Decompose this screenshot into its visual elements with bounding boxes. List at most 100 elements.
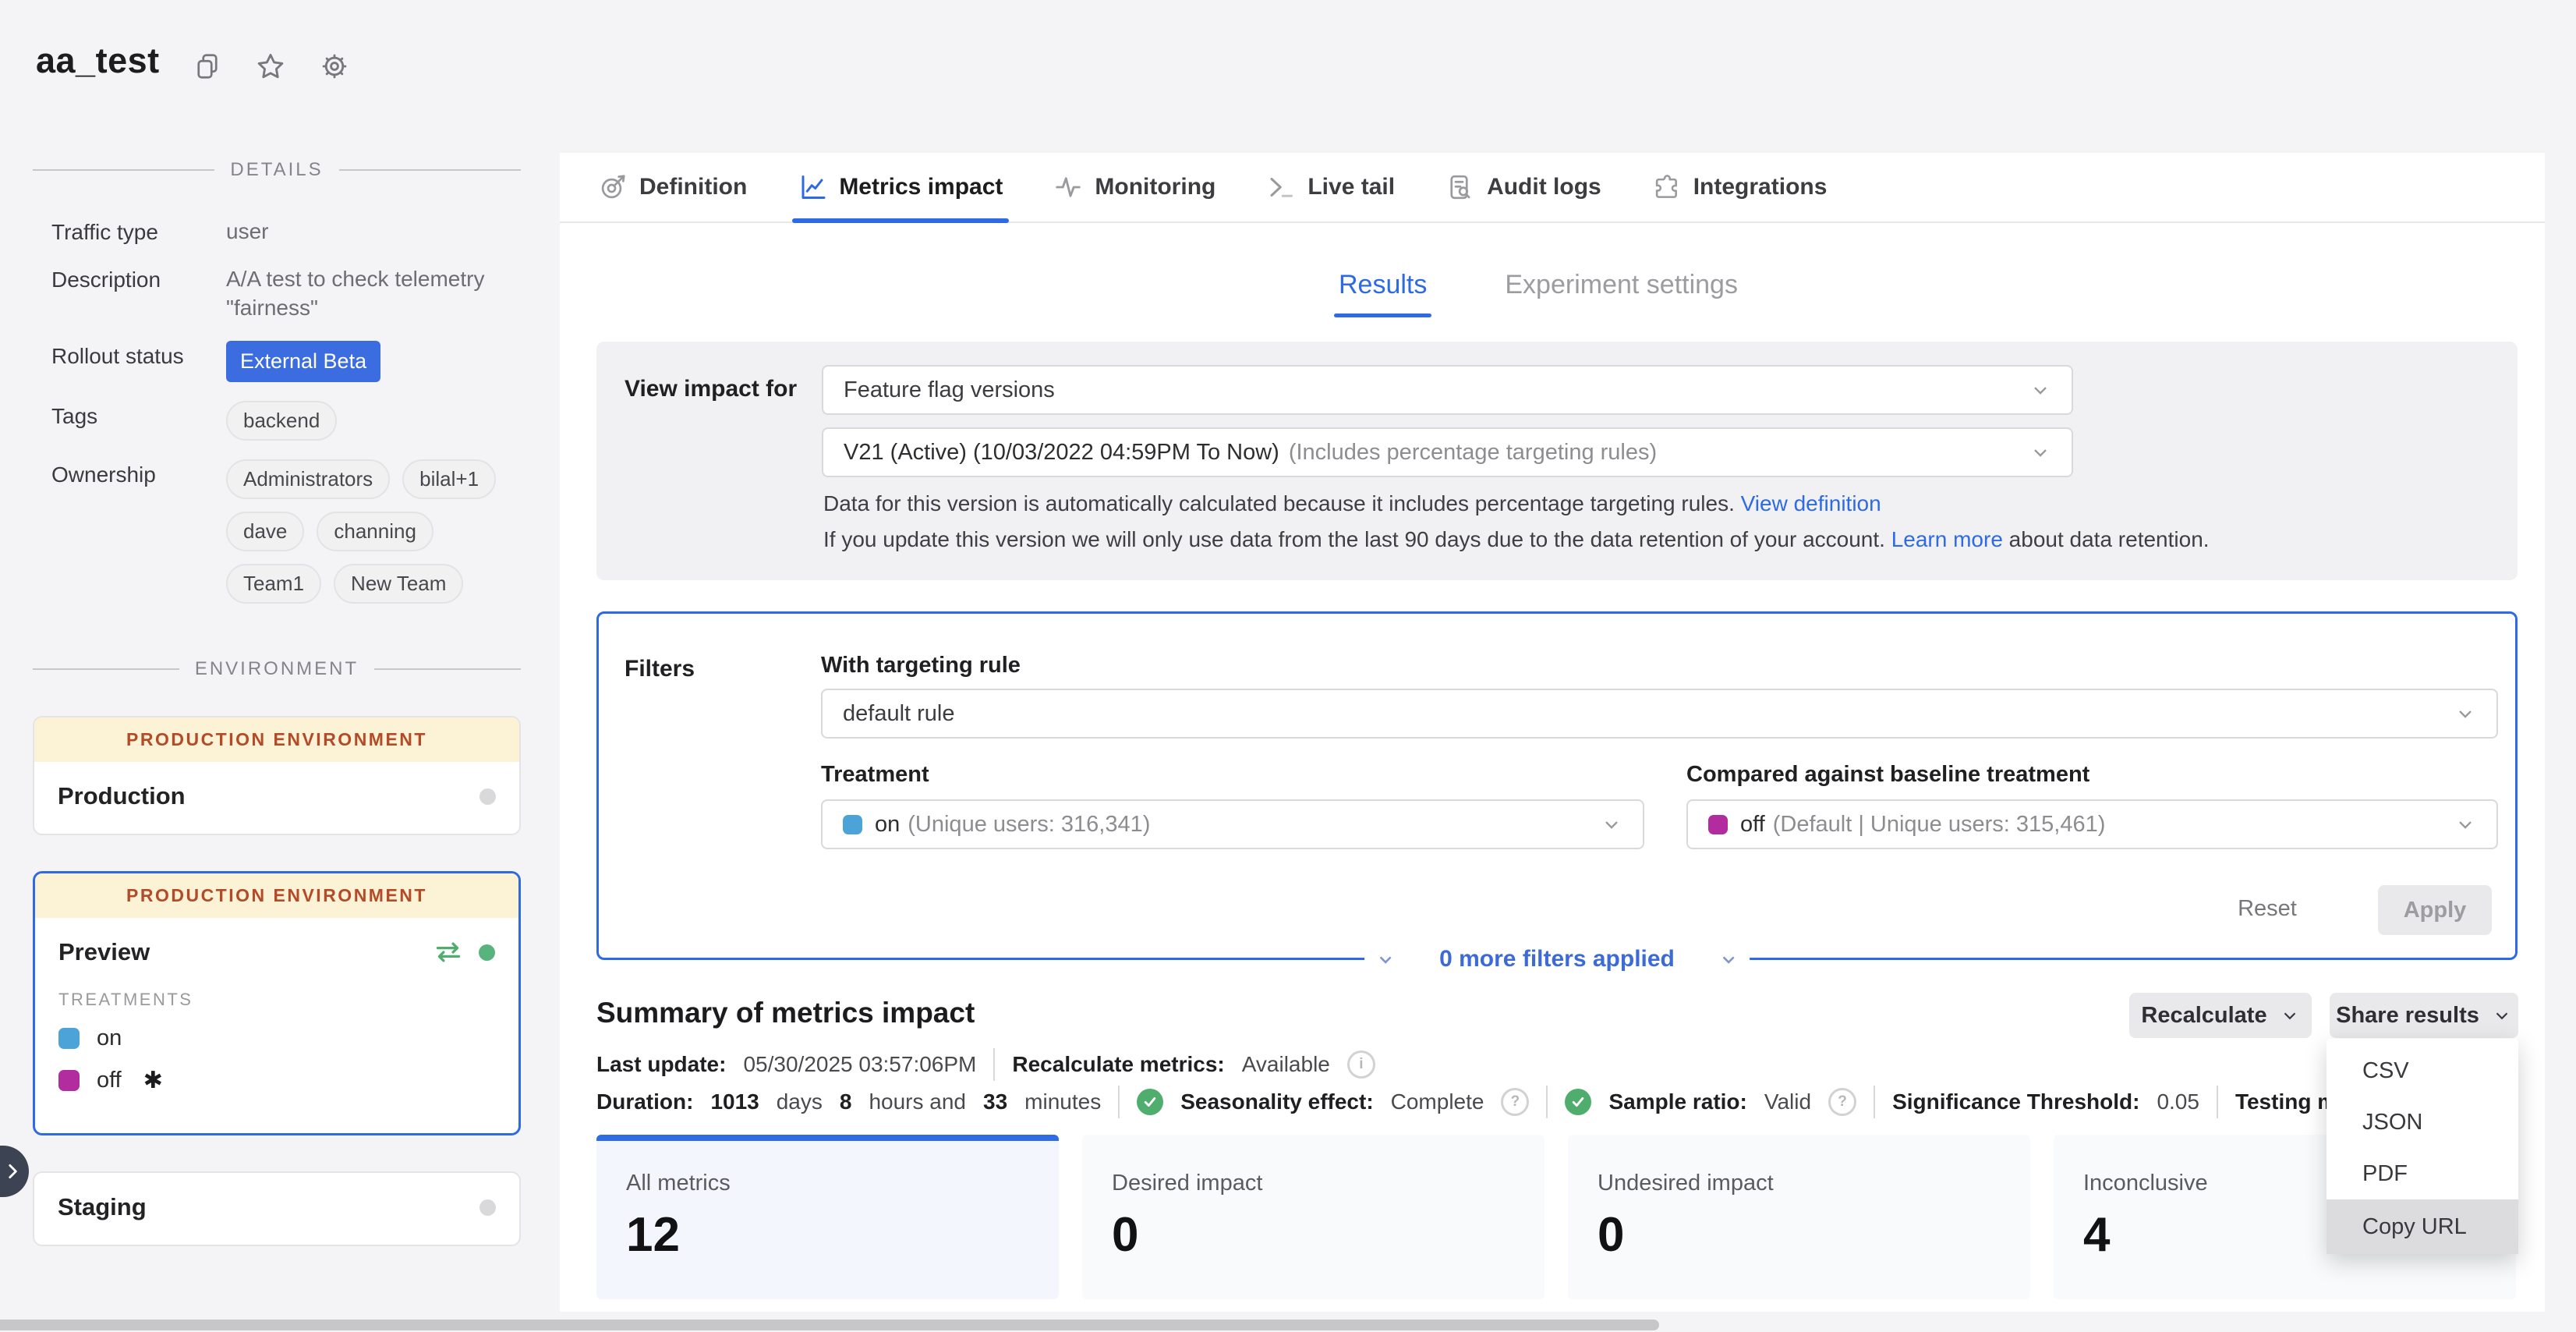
results-subtabs: Results Experiment settings bbox=[1339, 270, 1738, 317]
sidebar: DETAILS Traffic type user Description A/… bbox=[33, 153, 521, 1246]
tab-monitoring[interactable]: Monitoring bbox=[1054, 153, 1215, 221]
environment-card-staging[interactable]: Staging bbox=[33, 1171, 521, 1246]
treatment-row-off: off ✱ bbox=[58, 1067, 495, 1094]
seasonality-value: Complete bbox=[1391, 1089, 1484, 1114]
tab-label: Integrations bbox=[1693, 174, 1828, 200]
tab-audit-logs[interactable]: Audit logs bbox=[1446, 153, 1601, 221]
significance-value: 0.05 bbox=[2157, 1089, 2199, 1114]
subtab-results[interactable]: Results bbox=[1339, 270, 1427, 317]
help-icon[interactable]: ? bbox=[1501, 1088, 1529, 1116]
check-circle-icon bbox=[1565, 1089, 1591, 1115]
metric-summary-cards: All metrics 12 Desired impact 0 Undesire… bbox=[596, 1135, 2516, 1299]
environment-section-header: ENVIRONMENT bbox=[33, 658, 521, 680]
card-value: 12 bbox=[626, 1207, 1059, 1263]
environment-name: Preview bbox=[58, 938, 150, 966]
description-row: Description A/A test to check telemetry … bbox=[51, 264, 521, 322]
tab-integrations[interactable]: Integrations bbox=[1653, 153, 1828, 221]
star-icon[interactable] bbox=[256, 51, 285, 81]
tab-metrics-impact[interactable]: Metrics impact bbox=[798, 153, 1003, 221]
filters-label: Filters bbox=[625, 656, 695, 682]
menu-item-csv[interactable]: CSV bbox=[2327, 1045, 2518, 1096]
view-definition-link[interactable]: View definition bbox=[1741, 491, 1881, 515]
view-impact-label: View impact for bbox=[625, 376, 797, 402]
details-section-header: DETAILS bbox=[33, 159, 521, 181]
share-results-button[interactable]: Share results bbox=[2330, 993, 2518, 1038]
owner-pill: Administrators bbox=[226, 459, 390, 499]
description-value: A/A test to check telemetry "fairness" bbox=[226, 264, 521, 322]
card-label: Undesired impact bbox=[1598, 1171, 2030, 1196]
tags-label: Tags bbox=[51, 401, 226, 441]
view-impact-panel: View impact for Feature flag versions V2… bbox=[596, 342, 2518, 580]
chevron-down-icon bbox=[2029, 441, 2051, 463]
version-dropdown[interactable]: V21 (Active) (10/03/2022 04:59PM To Now)… bbox=[822, 427, 2073, 477]
targeting-rule-value: default rule bbox=[843, 701, 955, 727]
chevron-down-icon bbox=[2454, 813, 2476, 835]
owner-pill: dave bbox=[226, 512, 304, 551]
baseline-dropdown[interactable]: off (Default | Unique users: 315,461) bbox=[1686, 799, 2498, 849]
chevron-down-icon bbox=[1718, 949, 1739, 969]
copy-icon[interactable] bbox=[193, 52, 221, 80]
help-icon[interactable]: ? bbox=[1828, 1088, 1856, 1116]
chevron-right-icon bbox=[2, 1161, 23, 1181]
sample-ratio-value: Valid bbox=[1764, 1089, 1811, 1114]
card-undesired-impact[interactable]: Undesired impact 0 bbox=[1568, 1135, 2030, 1299]
card-label: Desired impact bbox=[1112, 1171, 1545, 1196]
reset-button[interactable]: Reset bbox=[2205, 896, 2330, 922]
treatment-name: on bbox=[97, 1026, 122, 1051]
learn-more-link[interactable]: Learn more bbox=[1891, 527, 2003, 551]
production-environment-banner: PRODUCTION ENVIRONMENT bbox=[34, 717, 519, 762]
default-treatment-icon: ✱ bbox=[143, 1067, 163, 1094]
tab-bar: Definition Metrics impact Monitoring Liv… bbox=[560, 153, 2545, 223]
rollout-status-label: Rollout status bbox=[51, 341, 226, 382]
chevron-down-icon bbox=[1601, 813, 1622, 835]
environment-card-production[interactable]: PRODUCTION ENVIRONMENT Production bbox=[33, 716, 521, 835]
tab-definition[interactable]: Definition bbox=[599, 153, 747, 221]
page-title: aa_test bbox=[36, 41, 160, 81]
impact-type-dropdown[interactable]: Feature flag versions bbox=[822, 365, 2073, 415]
baseline-value: off bbox=[1740, 812, 1765, 838]
card-label: All metrics bbox=[626, 1171, 1059, 1196]
targeting-rule-dropdown[interactable]: default rule bbox=[821, 689, 2498, 739]
summary-title: Summary of metrics impact bbox=[596, 997, 975, 1029]
share-results-menu: CSV JSON PDF Copy URL bbox=[2327, 1039, 2518, 1254]
treatment-detail: (Unique users: 316,341) bbox=[908, 812, 1150, 838]
info-icon[interactable]: i bbox=[1347, 1050, 1375, 1079]
owner-pill: channing bbox=[317, 512, 433, 551]
chevron-down-icon bbox=[2280, 1005, 2300, 1026]
environment-card-preview[interactable]: PRODUCTION ENVIRONMENT Preview TREATMENT… bbox=[33, 871, 521, 1135]
menu-item-pdf[interactable]: PDF bbox=[2327, 1148, 2518, 1199]
owner-pill: Team1 bbox=[226, 564, 321, 604]
filters-box: Filters With targeting rule default rule… bbox=[596, 611, 2518, 960]
significance-label: Significance Threshold: bbox=[1892, 1089, 2139, 1114]
menu-item-json[interactable]: JSON bbox=[2327, 1096, 2518, 1148]
subtab-experiment-settings[interactable]: Experiment settings bbox=[1505, 270, 1738, 317]
details-section-label: DETAILS bbox=[230, 159, 323, 181]
menu-item-copy-url[interactable]: Copy URL bbox=[2327, 1199, 2518, 1254]
card-value: 0 bbox=[1112, 1207, 1545, 1263]
card-desired-impact[interactable]: Desired impact 0 bbox=[1082, 1135, 1545, 1299]
tab-label: Monitoring bbox=[1095, 174, 1215, 200]
line-chart-icon bbox=[798, 173, 826, 201]
last-update-value: 05/30/2025 03:57:06PM bbox=[743, 1052, 976, 1077]
gear-icon[interactable] bbox=[320, 51, 349, 81]
version-note-1: Data for this version is automatically c… bbox=[823, 491, 1881, 516]
horizontal-scrollbar[interactable] bbox=[0, 1320, 1659, 1330]
owner-pill: New Team bbox=[334, 564, 463, 604]
apply-button[interactable]: Apply bbox=[2378, 885, 2492, 935]
duration-label: Duration: bbox=[596, 1089, 693, 1114]
card-all-metrics[interactable]: All metrics 12 bbox=[596, 1135, 1059, 1299]
more-filters-toggle[interactable]: 0 more filters applied bbox=[1364, 943, 1750, 976]
chevron-down-icon bbox=[2454, 703, 2476, 724]
tab-live-tail[interactable]: Live tail bbox=[1267, 153, 1395, 221]
owner-pill: bilal+1 bbox=[402, 459, 496, 499]
recalculate-button[interactable]: Recalculate bbox=[2129, 993, 2312, 1038]
tab-label: Audit logs bbox=[1487, 174, 1601, 200]
treatment-dropdown[interactable]: on (Unique users: 316,341) bbox=[821, 799, 1644, 849]
traffic-type-row: Traffic type user bbox=[51, 217, 521, 246]
environment-name: Staging bbox=[58, 1193, 147, 1221]
terminal-icon bbox=[1267, 173, 1295, 201]
recalculate-metrics-value: Available bbox=[1242, 1052, 1330, 1077]
sidebar-collapse-toggle[interactable] bbox=[0, 1146, 29, 1197]
treatment-name: off bbox=[97, 1068, 122, 1093]
seasonality-label: Seasonality effect: bbox=[1180, 1089, 1373, 1114]
